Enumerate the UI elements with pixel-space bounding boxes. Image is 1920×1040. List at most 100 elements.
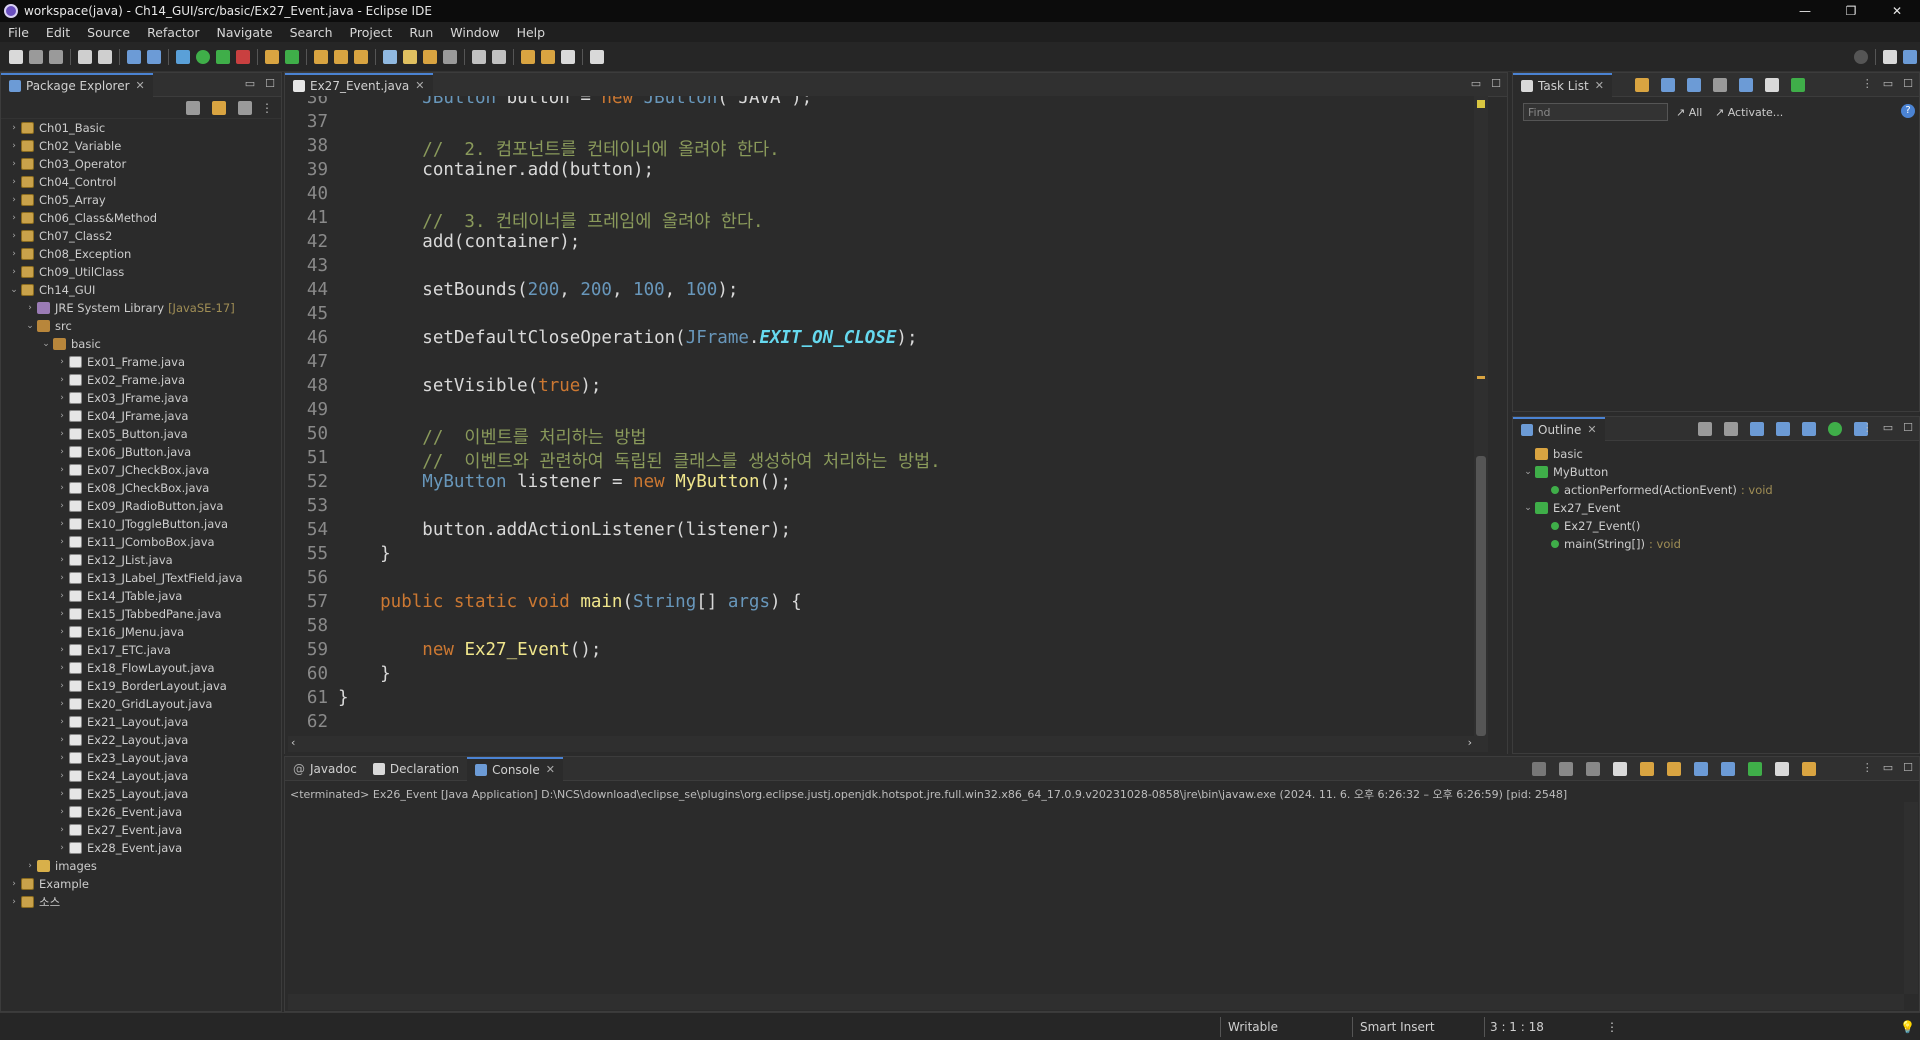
tab-javadoc[interactable]: @ Javadoc	[285, 757, 365, 781]
view-menu-icon[interactable]: ⋮	[1862, 77, 1873, 90]
pin-console-icon[interactable]	[1748, 762, 1762, 776]
tree-item[interactable]: › Ex03_JFrame.java	[1, 389, 281, 407]
tree-item[interactable]: › Ex02_Frame.java	[1, 371, 281, 389]
chevron-right-icon[interactable]: ›	[9, 249, 19, 259]
word-wrap-icon[interactable]	[1667, 762, 1681, 776]
minimize-icon[interactable]: ▭	[245, 77, 255, 90]
code-line[interactable]: button.addActionListener(listener);	[338, 520, 791, 540]
collapse-tasks-icon[interactable]	[1764, 77, 1779, 92]
toggle-block-selection-icon[interactable]	[423, 49, 437, 64]
toggle-mark-occurrences-icon[interactable]	[383, 49, 397, 64]
maximize-icon[interactable]: ☐	[1491, 77, 1501, 90]
tree-item[interactable]: › Ex19_BorderLayout.java	[1, 677, 281, 695]
menu-source[interactable]: Source	[87, 25, 130, 40]
chevron-right-icon[interactable]: ›	[9, 123, 19, 133]
minimize-icon[interactable]: ▭	[1883, 77, 1893, 90]
search-icon[interactable]	[1854, 49, 1868, 64]
chevron-right-icon[interactable]: ›	[57, 663, 67, 673]
code-line[interactable]: add(container);	[338, 232, 580, 252]
tree-item[interactable]: › Ex21_Layout.java	[1, 713, 281, 731]
tree-item[interactable]: › Ex15_JTabbedPane.java	[1, 605, 281, 623]
chevron-right-icon[interactable]: ›	[57, 591, 67, 601]
chevron-right-icon[interactable]: ›	[57, 411, 67, 421]
editor-horizontal-scrollbar[interactable]: ‹ ›	[288, 736, 1476, 752]
coverage-icon[interactable]	[216, 49, 230, 64]
skip-breakpoints-icon[interactable]	[147, 49, 161, 64]
console-horizontal-scrollbar[interactable]	[288, 994, 1904, 1010]
tree-item[interactable]: › Ch07_Class2	[1, 227, 281, 245]
tree-item[interactable]: › Ex28_Event.java	[1, 839, 281, 857]
toggle-highlight-icon[interactable]	[403, 49, 417, 64]
chevron-right-icon[interactable]: ›	[57, 645, 67, 655]
chevron-right-icon[interactable]: ›	[57, 735, 67, 745]
chevron-right-icon[interactable]: ›	[57, 393, 67, 403]
hide-static-icon[interactable]	[1775, 421, 1790, 436]
save-icon[interactable]	[29, 49, 43, 64]
sort-icon[interactable]	[1697, 421, 1712, 436]
chevron-right-icon[interactable]: ›	[25, 303, 35, 313]
chevron-down-icon[interactable]: ⌄	[41, 339, 51, 349]
close-icon[interactable]: ✕	[1587, 423, 1596, 436]
tab-package-explorer[interactable]: Package Explorer ✕	[1, 72, 153, 97]
tree-item[interactable]: › Ch04_Control	[1, 173, 281, 191]
outline-item[interactable]: actionPerformed(ActionEvent): void	[1513, 481, 1919, 499]
tab-ex27-event[interactable]: Ex27_Event.java ✕	[285, 72, 433, 97]
code-line[interactable]: }	[338, 544, 391, 564]
task-find-input[interactable]: Find	[1523, 103, 1668, 121]
last-edit-location-icon[interactable]	[521, 49, 535, 64]
task-filter-all[interactable]: ↗ All	[1676, 106, 1702, 119]
menu-refactor[interactable]: Refactor	[147, 25, 199, 40]
maximize-icon[interactable]: ☐	[1903, 761, 1913, 774]
search-toolbar-icon[interactable]	[354, 49, 368, 64]
new-task-icon[interactable]	[1634, 77, 1649, 92]
menu-file[interactable]: File	[8, 25, 29, 40]
open-perspective-icon[interactable]	[1883, 49, 1897, 64]
tree-item[interactable]: › Ex16_JMenu.java	[1, 623, 281, 641]
view-menu-icon[interactable]: ⋮	[1862, 421, 1873, 434]
chevron-right-icon[interactable]: ›	[9, 141, 19, 151]
tree-item[interactable]: › Ch06_Class&Method	[1, 209, 281, 227]
tree-item[interactable]: › Ex24_Layout.java	[1, 767, 281, 785]
tree-item[interactable]: ⌄ Ch14_GUI	[1, 281, 281, 299]
remove-all-icon[interactable]	[1586, 762, 1600, 776]
code-editor[interactable]: 36 37 38 39 40 41 42 43 44 45 46 47 48 49 50 51 52 53 54 55…	[288, 96, 1488, 752]
outline-item[interactable]: ⌄ MyButton	[1513, 463, 1919, 481]
tab-declaration[interactable]: Declaration	[365, 757, 467, 781]
scroll-lock-icon[interactable]	[1640, 762, 1654, 776]
menu-window[interactable]: Window	[450, 25, 499, 40]
chevron-right-icon[interactable]: ›	[9, 879, 19, 889]
chevron-right-icon[interactable]: ›	[57, 771, 67, 781]
console-vertical-scrollbar[interactable]	[1904, 802, 1918, 994]
tree-item[interactable]: › 소스	[1, 893, 281, 911]
code-line[interactable]: setVisible(true);	[338, 376, 601, 396]
tip-icon[interactable]: 💡	[1900, 1020, 1915, 1034]
tree-item[interactable]: › Ex23_Layout.java	[1, 749, 281, 767]
chevron-right-icon[interactable]: ›	[57, 609, 67, 619]
code-line[interactable]: // 이벤트를 처리하는 방법	[338, 424, 646, 449]
code-line[interactable]: }	[338, 688, 349, 708]
pin-editor-icon[interactable]	[590, 49, 604, 64]
tab-task-list[interactable]: Task List ✕	[1513, 72, 1612, 97]
maximize-icon[interactable]: ☐	[1903, 421, 1913, 434]
filter-icon[interactable]	[238, 100, 252, 115]
run-icon[interactable]	[196, 49, 210, 64]
terminal-icon[interactable]	[127, 49, 141, 64]
tree-item[interactable]: › Ex14_JTable.java	[1, 587, 281, 605]
minimize-icon[interactable]: ▭	[1883, 761, 1893, 774]
chevron-right-icon[interactable]: ›	[57, 789, 67, 799]
tree-item[interactable]: › Example	[1, 875, 281, 893]
tree-item[interactable]: › Ex07_JCheckBox.java	[1, 461, 281, 479]
open-type-icon[interactable]	[314, 49, 328, 64]
minimize-button[interactable]: —	[1782, 0, 1828, 22]
show-whitespace-icon[interactable]	[443, 49, 457, 64]
code-line[interactable]: }	[338, 664, 391, 684]
maximize-icon[interactable]: ☐	[265, 77, 275, 90]
chevron-right-icon[interactable]: ›	[57, 447, 67, 457]
menu-project[interactable]: Project	[350, 25, 393, 40]
outline-item[interactable]: ⌄ Ex27_Event	[1513, 499, 1919, 517]
chevron-down-icon[interactable]: ⌄	[25, 321, 35, 331]
tree-item[interactable]: › Ex08_JCheckBox.java	[1, 479, 281, 497]
code-line[interactable]: setDefaultCloseOperation(JFrame.EXIT_ON_…	[338, 328, 917, 348]
chevron-right-icon[interactable]: ›	[9, 897, 19, 907]
chevron-right-icon[interactable]: ›	[57, 537, 67, 547]
